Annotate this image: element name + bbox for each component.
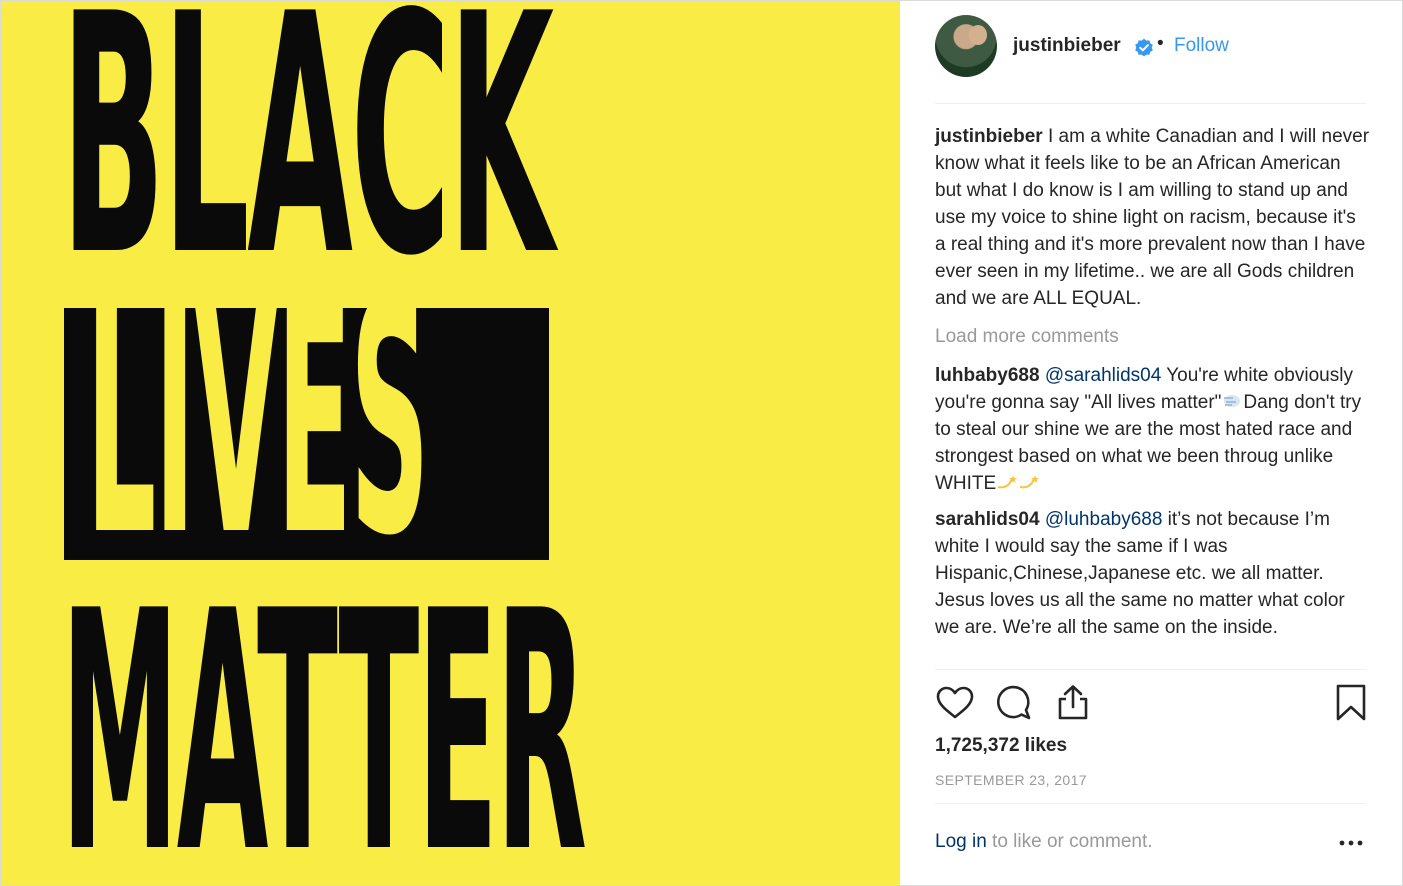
bookmark-icon[interactable] [1331, 683, 1371, 723]
login-link[interactable]: Log in [935, 831, 987, 852]
follow-button[interactable]: Follow [1174, 35, 1229, 57]
header-username[interactable]: justinbieber [1013, 35, 1121, 57]
comment-mention[interactable]: @luhbaby688 [1045, 509, 1163, 530]
header-divider [935, 103, 1366, 104]
post-sidebar: justinbieber • Follow justinbieber I am … [901, 1, 1402, 885]
verified-badge-icon [1135, 38, 1153, 57]
post-date[interactable]: SEPTEMBER 23, 2017 [935, 772, 1087, 788]
avatar[interactable] [935, 15, 997, 77]
footer-divider [935, 803, 1366, 804]
comments-section: justinbieber I am a white Canadian and I… [935, 123, 1371, 650]
dizzy-emoji-icon [1020, 475, 1040, 489]
image-word-lives: LIVES [86, 234, 430, 606]
action-bar [935, 683, 1371, 727]
comment-username[interactable]: sarahlids04 [935, 509, 1040, 530]
login-suffix: to like or comment. [986, 831, 1153, 852]
share-icon[interactable] [1053, 683, 1093, 723]
load-more-comments-button[interactable]: Load more comments [935, 323, 1371, 350]
post-image[interactable]: BLACK LIVES MATTER [1, 1, 900, 885]
comment-mention[interactable]: @sarahlids04 [1045, 365, 1161, 386]
image-lives-box: LIVES [64, 260, 549, 580]
actions-divider [935, 669, 1366, 670]
comment-item: sarahlids04 @luhbaby688 it’s not because… [935, 506, 1371, 641]
caption-username[interactable]: justinbieber [935, 126, 1043, 147]
dash-emoji-icon [1224, 395, 1241, 407]
instagram-post: BLACK LIVES MATTER justinbieber • Follow… [0, 0, 1403, 886]
comment-item: luhbaby688 @sarahlids04 You're white obv… [935, 362, 1371, 497]
like-count[interactable]: 1,725,372 likes [935, 735, 1067, 757]
comment-icon[interactable] [995, 683, 1035, 723]
caption-text: I am a white Canadian and I will never k… [935, 126, 1370, 309]
comment-username[interactable]: luhbaby688 [935, 365, 1040, 386]
post-header: justinbieber • Follow [901, 1, 1402, 103]
login-prompt: Log in to like or comment. [935, 831, 1153, 853]
header-separator: • [1157, 33, 1164, 54]
heart-icon[interactable] [935, 683, 975, 723]
post-caption: justinbieber I am a white Canadian and I… [935, 123, 1371, 312]
image-word-matter: MATTER [61, 541, 587, 885]
more-options-icon[interactable] [1337, 833, 1365, 853]
dizzy-emoji-icon [998, 475, 1018, 489]
